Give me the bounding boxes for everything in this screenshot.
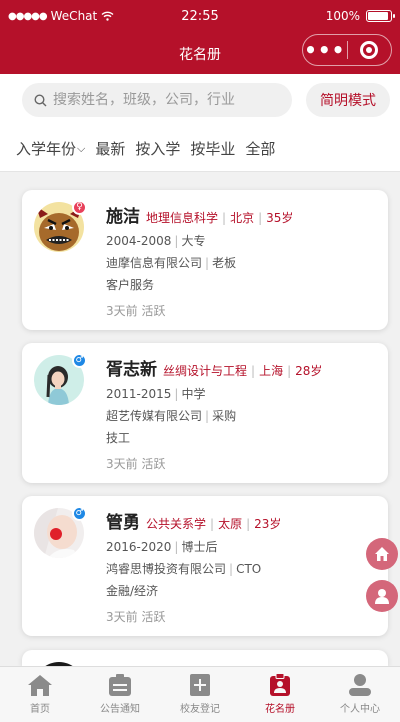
more-icon: •••	[304, 38, 346, 62]
male-gender-icon: ♂	[72, 506, 87, 521]
search-icon	[34, 93, 47, 106]
alumni-company: 迪摩信息有限公司	[106, 256, 203, 270]
tab-notices[interactable]: 公告通知	[80, 667, 160, 722]
alumni-age: 23岁	[254, 517, 282, 531]
mini-program-capsule: •••	[302, 34, 392, 66]
tab-profile[interactable]: 个人中心	[320, 667, 400, 722]
filter-enroll-year[interactable]: 入学年份 ⌵	[16, 138, 85, 159]
tab-label: 个人中心	[340, 704, 380, 715]
alumni-years: 2011-2015	[106, 387, 172, 401]
alumni-name: 施洁	[106, 207, 140, 227]
tab-label: 公告通知	[100, 704, 140, 715]
alumni-name: 胥志新	[106, 360, 157, 380]
profile-float-button[interactable]	[366, 580, 398, 612]
alumni-position: CTO	[236, 562, 262, 576]
filter-by-enrollment[interactable]: 按入学	[135, 138, 180, 159]
alumni-activity: 3天前 活跃	[106, 457, 166, 471]
tab-label: 花名册	[265, 704, 295, 715]
alumni-degree: 博士后	[181, 540, 218, 554]
notice-icon	[109, 674, 131, 696]
chevron-down-icon: ⌵	[77, 141, 86, 155]
alumni-degree: 大专	[181, 234, 206, 248]
alumni-company: 鸿睿思博投资有限公司	[106, 562, 227, 576]
simple-mode-button[interactable]: 简明模式	[306, 83, 390, 117]
status-bar: ●●●●● WeChat 22:55 100%	[0, 0, 400, 32]
close-button[interactable]	[348, 35, 392, 65]
search-box[interactable]	[22, 83, 292, 117]
alumni-name: 管勇	[106, 513, 140, 533]
alumni-industry: 技工	[106, 431, 131, 445]
alumni-age: 35岁	[266, 211, 294, 225]
alumni-degree: 中学	[181, 387, 206, 401]
tab-label: 首页	[30, 704, 50, 715]
top-bar: ●●●●● WeChat 22:55 100% 花名册 •••	[0, 0, 400, 74]
alumni-card-partial[interactable]	[22, 650, 388, 666]
filter-by-graduation[interactable]: 按毕业	[190, 138, 235, 159]
profile-icon	[349, 674, 371, 696]
search-row: 简明模式	[0, 74, 400, 126]
alumni-position: 老板	[212, 256, 237, 270]
alumni-city: 北京	[230, 211, 255, 225]
alumni-industry: 客户服务	[106, 278, 155, 292]
alumni-city: 太原	[218, 517, 243, 531]
home-float-button[interactable]	[366, 538, 398, 570]
alumni-major: 丝绸设计与工程	[163, 364, 248, 378]
close-circle-icon	[360, 41, 379, 59]
alumni-industry: 金融/经济	[106, 584, 159, 598]
alumni-activity: 3天前 活跃	[106, 304, 166, 318]
tab-home[interactable]: 首页	[0, 667, 80, 722]
home-icon	[375, 547, 389, 561]
more-button[interactable]: •••	[303, 35, 347, 65]
alumni-card[interactable]: ♂ 管勇 公共关系学 | 太原 | 23岁 2016-2020 | 博士后 鸿睿思博…	[22, 496, 388, 636]
tab-roster[interactable]: 花名册	[240, 667, 320, 722]
alumni-activity: 3天前 活跃	[106, 610, 166, 624]
search-input[interactable]	[53, 92, 273, 108]
tab-register[interactable]: 校友登记	[160, 667, 240, 722]
alumni-major: 公共关系学	[146, 517, 207, 531]
alumni-major: 地理信息科学	[146, 211, 219, 225]
tab-bar: 首页 公告通知 校友登记 花名册 个人中心	[0, 666, 400, 722]
register-icon	[190, 674, 210, 696]
tab-label: 校友登记	[180, 704, 220, 715]
alumni-age: 28岁	[295, 364, 323, 378]
filter-all[interactable]: 全部	[245, 138, 275, 159]
filter-bar: 入学年份 ⌵ 最新 按入学 按毕业 全部	[0, 126, 400, 172]
filter-latest[interactable]: 最新	[95, 138, 125, 159]
alumni-city: 上海	[259, 364, 284, 378]
male-gender-icon: ♂	[72, 353, 87, 368]
filter-label: 入学年份	[16, 140, 77, 158]
female-gender-icon: ♀	[72, 200, 87, 215]
alumni-card[interactable]: ♀ 施洁 地理信息科学 | 北京 | 35岁 2004-2008 | 大专 迪摩信息…	[22, 190, 388, 330]
alumni-company: 超艺传媒有限公司	[106, 409, 203, 423]
roster-icon	[270, 673, 290, 696]
alumni-years: 2004-2008	[106, 234, 172, 248]
user-icon	[375, 589, 389, 604]
battery-icon	[366, 10, 395, 22]
home-icon	[28, 675, 52, 696]
status-time: 22:55	[181, 9, 219, 24]
alumni-position: 采购	[212, 409, 237, 423]
alumni-card[interactable]: ♂ 胥志新 丝绸设计与工程 | 上海 | 28岁 2011-2015 | 中学 超艺…	[22, 343, 388, 483]
alumni-years: 2016-2020	[106, 540, 172, 554]
